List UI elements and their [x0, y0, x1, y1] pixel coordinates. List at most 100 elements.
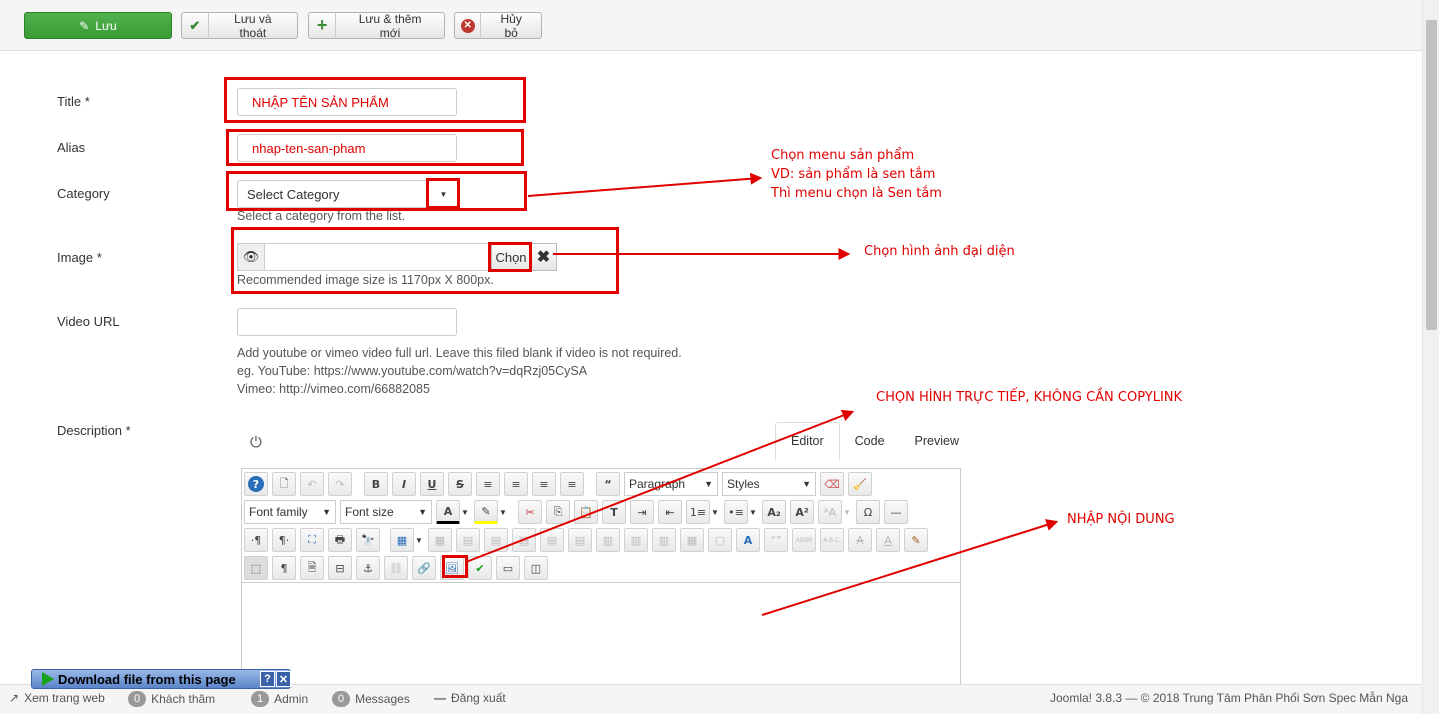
- delete-table-icon[interactable]: ▦: [428, 528, 452, 552]
- styles-select[interactable]: Styles ▼: [722, 472, 816, 496]
- chevron-down-icon[interactable]: ▼: [414, 528, 424, 552]
- special-character-icon[interactable]: Ω: [856, 500, 880, 524]
- print-icon[interactable]: 🖶: [328, 528, 352, 552]
- redo-icon[interactable]: ↷: [328, 472, 352, 496]
- font-family-select[interactable]: Font family ▼: [244, 500, 336, 524]
- text-direction-icon[interactable]: ᴬA: [818, 500, 842, 524]
- bold-icon[interactable]: B: [364, 472, 388, 496]
- help-icon[interactable]: ?: [260, 671, 275, 687]
- highlight-color-icon[interactable]: ✎: [474, 500, 498, 524]
- visitors-link[interactable]: 0 Khách thăm: [128, 691, 215, 707]
- cancel-button[interactable]: ✕ Hủy bỏ: [454, 12, 542, 40]
- layer-icon[interactable]: ◫: [524, 556, 548, 580]
- paste-text-icon[interactable]: T: [602, 500, 626, 524]
- visual-aid-icon[interactable]: ⬚: [244, 556, 268, 580]
- description-label: Description *: [57, 423, 131, 438]
- ltr-icon[interactable]: ·¶: [244, 528, 268, 552]
- footer-copyright: Joomla! 3.8.3 — © 2018 Trung Tâm Phân Ph…: [1049, 691, 1408, 705]
- align-center-icon[interactable]: ≡: [504, 472, 528, 496]
- show-blocks-icon[interactable]: ¶: [272, 556, 296, 580]
- messages-link[interactable]: 0 Messages: [332, 691, 410, 707]
- search-replace-icon[interactable]: 🔭: [356, 528, 380, 552]
- split-cells-icon[interactable]: ▦: [680, 528, 704, 552]
- video-url-input[interactable]: [237, 308, 457, 336]
- attributes-icon[interactable]: ✎: [904, 528, 928, 552]
- italic-icon[interactable]: I: [392, 472, 416, 496]
- copy-icon[interactable]: ⎘: [546, 500, 570, 524]
- insert-row-after-icon[interactable]: ▤: [540, 528, 564, 552]
- eraser-icon[interactable]: ⌫: [820, 472, 844, 496]
- style-props-icon[interactable]: A: [736, 528, 760, 552]
- plus-icon: +: [309, 13, 337, 38]
- delete-col-icon[interactable]: ▥: [652, 528, 676, 552]
- blockquote-icon[interactable]: “: [596, 472, 620, 496]
- tab-code[interactable]: Code: [840, 422, 900, 460]
- tab-preview[interactable]: Preview: [900, 422, 974, 460]
- superscript-icon[interactable]: A²: [790, 500, 814, 524]
- help-icon[interactable]: ?: [244, 472, 268, 496]
- abbr-icon[interactable]: ABBR: [792, 528, 816, 552]
- del-icon[interactable]: A: [848, 528, 872, 552]
- insert-col-after-icon[interactable]: ▥: [624, 528, 648, 552]
- paste-icon[interactable]: 📋: [574, 500, 598, 524]
- fullscreen-icon[interactable]: ⛶: [300, 528, 324, 552]
- download-bar[interactable]: Download file from this page ? ✕: [31, 669, 291, 689]
- chevron-down-icon[interactable]: ▼: [460, 500, 470, 524]
- table-icon[interactable]: ▦: [390, 528, 414, 552]
- new-document-icon[interactable]: 🗋: [272, 472, 296, 496]
- template-icon[interactable]: 🗎: [300, 556, 324, 580]
- view-site-link[interactable]: ↗ Xem trang web: [9, 691, 105, 705]
- text-color-icon[interactable]: A: [436, 500, 460, 524]
- spellcheck-icon[interactable]: ✔: [468, 556, 492, 580]
- close-icon[interactable]: ✕: [276, 671, 291, 687]
- merge-cells-icon[interactable]: ▢: [708, 528, 732, 552]
- row-props-icon[interactable]: ▤: [456, 528, 480, 552]
- page-break-icon[interactable]: ⊟: [328, 556, 352, 580]
- insert-col-before-icon[interactable]: ▥: [596, 528, 620, 552]
- save-button[interactable]: ✎ Lưu: [24, 12, 172, 39]
- bullet-list-icon[interactable]: •≡: [724, 500, 748, 524]
- rtl-icon[interactable]: ¶·: [272, 528, 296, 552]
- align-right-icon[interactable]: ≡: [560, 472, 584, 496]
- cell-props-icon[interactable]: ▤: [484, 528, 508, 552]
- acronym-icon[interactable]: A.B.C.: [820, 528, 844, 552]
- chevron-down-icon[interactable]: ▼: [710, 500, 720, 524]
- underline-icon[interactable]: U: [420, 472, 444, 496]
- tab-editor[interactable]: Editor: [775, 422, 840, 460]
- power-icon[interactable]: ⏻: [250, 434, 262, 451]
- chevron-down-icon[interactable]: ▼: [748, 500, 758, 524]
- scrollbar-thumb[interactable]: [1426, 20, 1437, 330]
- logout-link[interactable]: — Đăng xuất: [434, 691, 506, 705]
- editor-content-area[interactable]: [242, 582, 960, 698]
- delete-row-icon[interactable]: ▤: [568, 528, 592, 552]
- annotation-category-line2: VD: sản phẩm là sen tắm: [771, 167, 936, 182]
- cite-icon[interactable]: “”: [764, 528, 788, 552]
- video-hint-line2: eg. YouTube: https://www.youtube.com/wat…: [237, 364, 588, 378]
- numbered-list-icon[interactable]: 1≡: [686, 500, 710, 524]
- unlink-icon[interactable]: ⛓: [384, 556, 408, 580]
- strikethrough-icon[interactable]: S: [448, 472, 472, 496]
- undo-icon[interactable]: ↶: [300, 472, 324, 496]
- media-icon[interactable]: ▭: [496, 556, 520, 580]
- cleanup-broom-icon[interactable]: 🧹: [848, 472, 872, 496]
- align-left-icon[interactable]: ≡: [532, 472, 556, 496]
- horizontal-rule-icon[interactable]: —: [884, 500, 908, 524]
- save-close-button[interactable]: ✔ Lưu và thoát: [181, 12, 298, 40]
- subscript-icon[interactable]: A₂: [762, 500, 786, 524]
- chevron-down-icon[interactable]: ▼: [498, 500, 508, 524]
- insert-row-before-icon[interactable]: ▤: [512, 528, 536, 552]
- chevron-down-icon[interactable]: ▼: [842, 500, 852, 524]
- indent-icon[interactable]: ⇥: [630, 500, 654, 524]
- format-select[interactable]: Paragraph ▼: [624, 472, 718, 496]
- admin-link[interactable]: 1 Admin: [251, 691, 308, 707]
- align-justify-icon[interactable]: ≡: [476, 472, 500, 496]
- anchor-icon[interactable]: ⚓: [356, 556, 380, 580]
- alias-highlight-box: [226, 129, 524, 166]
- ins-icon[interactable]: A: [876, 528, 900, 552]
- font-size-select[interactable]: Font size ▼: [340, 500, 432, 524]
- cut-icon[interactable]: ✂: [518, 500, 542, 524]
- save-new-button[interactable]: + Lưu & thêm mới: [308, 12, 445, 40]
- link-icon[interactable]: 🔗: [412, 556, 436, 580]
- outdent-icon[interactable]: ⇤: [658, 500, 682, 524]
- vertical-scrollbar[interactable]: [1422, 0, 1439, 714]
